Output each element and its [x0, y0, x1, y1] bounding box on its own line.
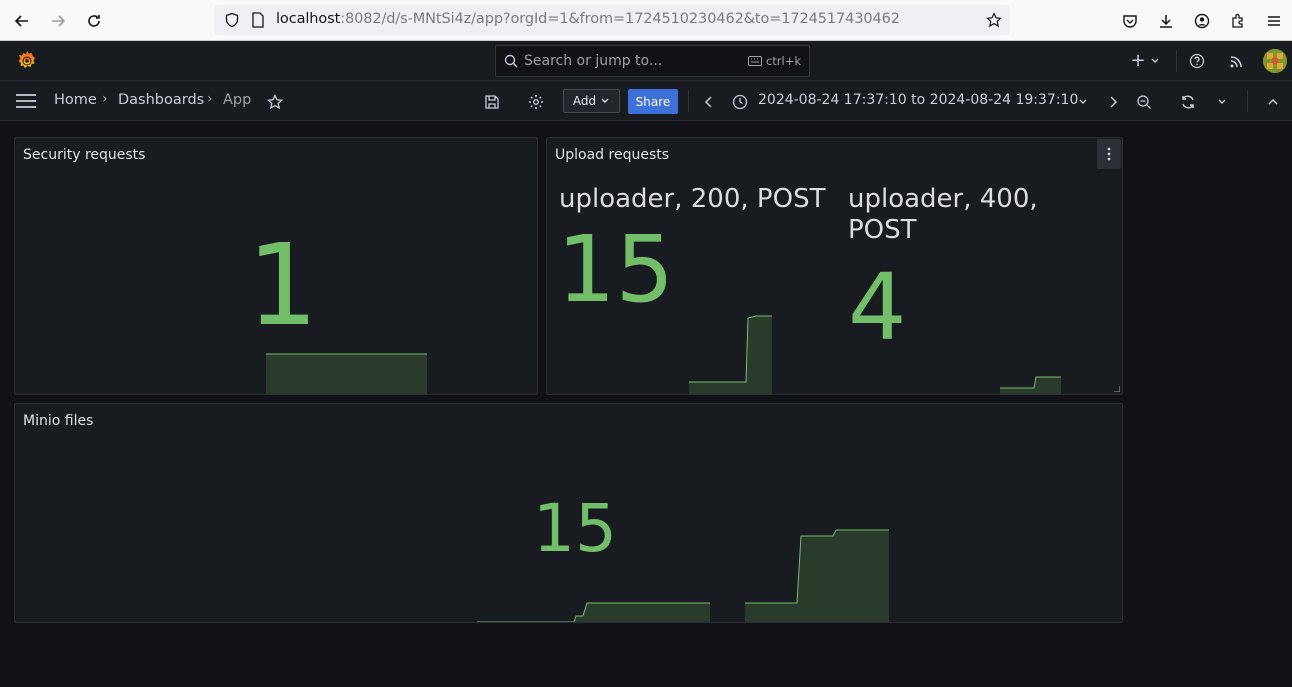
hamburger-menu-icon[interactable]	[1262, 9, 1286, 33]
breadcrumb-home[interactable]: Home	[54, 92, 97, 108]
chevron-down-icon	[1151, 58, 1159, 63]
time-to: 2024-08-24 19:37:10	[929, 92, 1079, 108]
sparkline-chart	[689, 315, 772, 394]
chevron-down-icon	[601, 98, 609, 103]
favorite-star-icon[interactable]	[266, 93, 284, 111]
breadcrumb-separator-icon: ›	[207, 91, 213, 107]
sparkline-chart	[266, 353, 427, 394]
chevron-down-icon[interactable]	[1075, 94, 1091, 110]
bookmark-star-icon[interactable]	[982, 8, 1006, 32]
account-icon[interactable]	[1190, 9, 1214, 33]
zoom-out-icon[interactable]	[1135, 93, 1153, 111]
extensions-icon[interactable]	[1226, 9, 1250, 33]
dashboard-navbar: Home › Dashboards › App Add Share 2024-0…	[0, 81, 1292, 121]
keyboard-icon	[747, 56, 762, 66]
add-button-label: Add	[572, 94, 597, 108]
download-icon[interactable]	[1154, 9, 1178, 33]
stat-label: uploader, 400, POST	[848, 184, 1038, 245]
panel-menu-icon[interactable]	[1097, 139, 1121, 169]
share-button[interactable]: Share	[628, 89, 678, 114]
panel-title: Upload requests	[555, 147, 670, 163]
help-icon[interactable]	[1188, 52, 1206, 70]
panel-security-requests[interactable]: Security requests 1	[14, 137, 538, 395]
plus-icon: +	[1130, 50, 1146, 71]
new-dropdown-button[interactable]: +	[1128, 51, 1162, 71]
panel-title: Minio files	[23, 413, 94, 429]
breadcrumb-dashboards[interactable]: Dashboards	[118, 92, 204, 108]
time-to-word: to	[911, 92, 926, 108]
panel-upload-requests[interactable]: Upload requests uploader, 200, POST 15 u…	[546, 137, 1123, 395]
news-rss-icon[interactable]	[1228, 52, 1246, 70]
shield-icon[interactable]	[220, 8, 244, 32]
sparkline-chart	[1000, 376, 1061, 394]
reload-icon[interactable]	[82, 9, 106, 33]
search-input[interactable]: Search or jump to... ctrl+k	[495, 45, 810, 77]
stat-label: uploader, 200, POST	[559, 184, 826, 214]
collapse-chevron-up-icon[interactable]	[1265, 94, 1281, 110]
panel-minio-files[interactable]: Minio files 15	[14, 403, 1123, 623]
page-icon	[246, 8, 270, 32]
time-shift-back-icon[interactable]	[700, 93, 718, 111]
breadcrumb-separator-icon: ›	[102, 91, 108, 107]
sparkline-chart	[477, 529, 889, 622]
time-from: 2024-08-24 17:37:10	[758, 92, 907, 108]
user-avatar[interactable]	[1263, 49, 1287, 73]
time-range-picker[interactable]: 2024-08-24 17:37:10 to 2024-08-24 19:37:…	[758, 92, 1078, 108]
url-host: localhost	[276, 11, 341, 27]
refresh-icon[interactable]	[1179, 93, 1197, 111]
settings-gear-icon[interactable]	[527, 93, 545, 111]
divider	[1247, 90, 1248, 112]
breadcrumb-app: App	[223, 92, 252, 108]
url-path: :8082/d/s-MNtSi4z/app?orgId=1&from=17245…	[340, 11, 900, 27]
grafana-logo-icon[interactable]	[14, 49, 40, 73]
search-icon	[504, 54, 518, 68]
browser-toolbar: localhost:8082/d/s-MNtSi4z/app?orgId=1&f…	[0, 0, 1292, 41]
shortcut-text: ctrl+k	[765, 54, 801, 68]
search-placeholder: Search or jump to...	[524, 53, 663, 69]
time-shift-forward-icon[interactable]	[1104, 93, 1122, 111]
stat-value: 15	[557, 216, 675, 323]
forward-icon[interactable]	[46, 9, 70, 33]
pocket-icon[interactable]	[1118, 9, 1142, 33]
keyboard-shortcut: ctrl+k	[747, 54, 801, 68]
grafana-topbar: Search or jump to... ctrl+k +	[0, 41, 1292, 81]
save-icon[interactable]	[483, 93, 501, 111]
refresh-interval-chevron-icon[interactable]	[1214, 94, 1230, 110]
divider	[1176, 50, 1177, 72]
clock-icon	[731, 93, 749, 111]
panel-title: Security requests	[23, 147, 146, 163]
avatar-icon	[1263, 49, 1287, 73]
back-icon[interactable]	[10, 9, 34, 33]
add-button[interactable]: Add	[563, 89, 620, 113]
resize-handle-icon[interactable]	[1114, 386, 1120, 392]
url-text: localhost:8082/d/s-MNtSi4z/app?orgId=1&f…	[276, 11, 900, 27]
url-bar[interactable]: localhost:8082/d/s-MNtSi4z/app?orgId=1&f…	[214, 5, 1010, 35]
stat-value: 4	[848, 254, 907, 361]
menu-toggle-icon[interactable]	[16, 93, 36, 109]
divider	[688, 90, 689, 112]
stat-value: 1	[247, 221, 319, 351]
